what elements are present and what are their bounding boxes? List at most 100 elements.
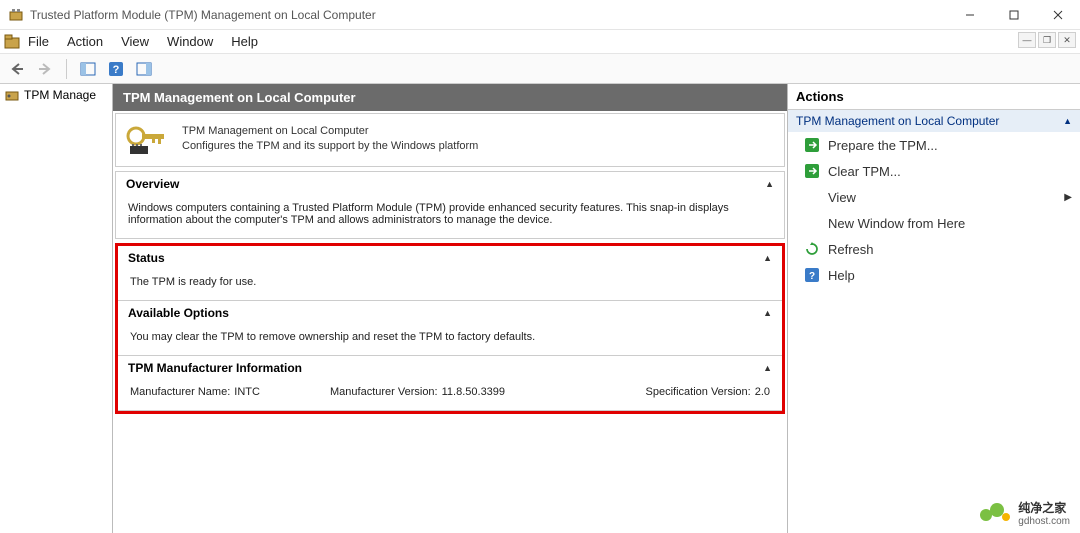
watermark-text: 纯净之家 gdhost.com xyxy=(1018,499,1070,527)
description-title: TPM Management on Local Computer xyxy=(182,124,478,139)
mfg-name-value: INTC xyxy=(234,386,260,398)
section-manufacturer-info: TPM Manufacturer Information ▲ Manufactu… xyxy=(118,356,782,411)
submenu-arrow-icon: ▶ xyxy=(1064,192,1072,203)
mfg-name-label: Manufacturer Name: xyxy=(130,386,230,398)
action-new-window[interactable]: New Window from Here xyxy=(788,210,1080,236)
tpm-app-icon xyxy=(8,7,24,23)
minimize-button[interactable] xyxy=(948,0,992,30)
section-overview-body: Windows computers containing a Trusted P… xyxy=(116,196,784,238)
description-block: TPM Management on Local Computer Configu… xyxy=(115,113,785,167)
section-mfg-title: TPM Manufacturer Information xyxy=(128,361,302,375)
mfg-spec-pair: Specification Version: 2.0 xyxy=(580,386,770,398)
blank-icon xyxy=(804,189,820,205)
actions-pane: Actions TPM Management on Local Computer… xyxy=(788,84,1080,533)
close-button[interactable] xyxy=(1036,0,1080,30)
action-go-icon xyxy=(804,137,820,153)
description-text: TPM Management on Local Computer Configu… xyxy=(182,124,478,155)
svg-text:?: ? xyxy=(809,271,815,282)
watermark: 纯净之家 gdhost.com xyxy=(980,499,1070,527)
workspace: TPM Manage TPM Management on Local Compu… xyxy=(0,84,1080,533)
mfg-version-pair: Manufacturer Version: 11.8.50.3399 xyxy=(330,386,580,398)
center-pane: TPM Management on Local Computer TPM Man… xyxy=(113,84,788,533)
mmc-icon xyxy=(4,34,20,50)
section-options-body: You may clear the TPM to remove ownershi… xyxy=(118,325,782,355)
svg-text:?: ? xyxy=(113,64,120,76)
status-highlight-box: Status ▲ The TPM is ready for use. Avail… xyxy=(115,243,785,414)
show-hide-tree-button[interactable] xyxy=(77,58,99,80)
section-status-body: The TPM is ready for use. xyxy=(118,270,782,300)
collapse-icon: ▲ xyxy=(1063,116,1072,126)
window-title: Trusted Platform Module (TPM) Management… xyxy=(30,8,948,22)
toolbar-separator xyxy=(66,59,67,79)
console-tree-pane: TPM Manage xyxy=(0,84,113,533)
action-view[interactable]: View ▶ xyxy=(788,184,1080,210)
menu-action[interactable]: Action xyxy=(67,34,103,49)
center-header: TPM Management on Local Computer xyxy=(113,84,787,111)
tree-node-tpm-manage[interactable]: TPM Manage xyxy=(0,84,112,106)
section-mfg-body: Manufacturer Name: INTC Manufacturer Ver… xyxy=(118,380,782,410)
section-status-title: Status xyxy=(128,251,165,265)
mfg-info-row: Manufacturer Name: INTC Manufacturer Ver… xyxy=(130,386,770,398)
mdi-controls: — ❐ ✕ xyxy=(1018,32,1076,48)
menu-window[interactable]: Window xyxy=(167,34,213,49)
action-prepare-tpm[interactable]: Prepare the TPM... xyxy=(788,132,1080,158)
collapse-icon: ▲ xyxy=(763,308,772,318)
section-available-options: Available Options ▲ You may clear the TP… xyxy=(118,301,782,356)
section-options-header[interactable]: Available Options ▲ xyxy=(118,301,782,325)
titlebar: Trusted Platform Module (TPM) Management… xyxy=(0,0,1080,30)
overview-group: Overview ▲ Windows computers containing … xyxy=(115,171,785,239)
blank-icon xyxy=(804,215,820,231)
help-icon: ? xyxy=(804,267,820,283)
mfg-spec-value: 2.0 xyxy=(755,386,770,398)
mfg-name-pair: Manufacturer Name: INTC xyxy=(130,386,330,398)
mfg-version-label: Manufacturer Version: xyxy=(330,386,438,398)
watermark-line2: gdhost.com xyxy=(1018,516,1070,527)
menu-help[interactable]: Help xyxy=(231,34,258,49)
window-controls xyxy=(948,0,1080,30)
mdi-restore[interactable]: ❐ xyxy=(1038,32,1056,48)
section-overview: Overview ▲ Windows computers containing … xyxy=(116,172,784,238)
section-mfg-header[interactable]: TPM Manufacturer Information ▲ xyxy=(118,356,782,380)
action-refresh[interactable]: Refresh xyxy=(788,236,1080,262)
action-clear-label: Clear TPM... xyxy=(828,164,1072,179)
section-options-title: Available Options xyxy=(128,306,229,320)
section-overview-header[interactable]: Overview ▲ xyxy=(116,172,784,196)
section-status: Status ▲ The TPM is ready for use. xyxy=(118,246,782,301)
watermark-line1: 纯净之家 xyxy=(1018,499,1070,516)
menu-view[interactable]: View xyxy=(121,34,149,49)
toolbar: ? xyxy=(0,54,1080,84)
section-status-header[interactable]: Status ▲ xyxy=(118,246,782,270)
tree-node-label: TPM Manage xyxy=(24,88,96,102)
collapse-icon: ▲ xyxy=(763,363,772,373)
show-hide-action-button[interactable] xyxy=(133,58,155,80)
menu-file[interactable]: File xyxy=(28,34,49,49)
menubar: File Action View Window Help — ❐ ✕ xyxy=(0,30,1080,54)
action-new-window-label: New Window from Here xyxy=(828,216,1072,231)
actions-group-header[interactable]: TPM Management on Local Computer ▲ xyxy=(788,110,1080,132)
description-body: Configures the TPM and its support by th… xyxy=(182,139,478,154)
collapse-icon: ▲ xyxy=(763,253,772,263)
action-clear-tpm[interactable]: Clear TPM... xyxy=(788,158,1080,184)
action-prepare-label: Prepare the TPM... xyxy=(828,138,1072,153)
section-overview-title: Overview xyxy=(126,177,179,191)
tpm-node-icon xyxy=(4,87,20,103)
mfg-version-value: 11.8.50.3399 xyxy=(442,386,505,398)
action-go-icon xyxy=(804,163,820,179)
maximize-button[interactable] xyxy=(992,0,1036,30)
action-refresh-label: Refresh xyxy=(828,242,1072,257)
action-view-label: View xyxy=(828,190,856,205)
watermark-logo-icon xyxy=(980,503,1012,523)
collapse-icon: ▲ xyxy=(765,179,774,189)
mfg-spec-label: Specification Version: xyxy=(646,386,751,398)
actions-header: Actions xyxy=(788,84,1080,110)
nav-forward-button[interactable] xyxy=(34,58,56,80)
actions-group-label: TPM Management on Local Computer xyxy=(796,114,999,128)
mdi-close[interactable]: ✕ xyxy=(1058,32,1076,48)
help-button[interactable]: ? xyxy=(105,58,127,80)
action-help-label: Help xyxy=(828,268,1072,283)
tpm-key-icon xyxy=(124,124,172,156)
mdi-minimize[interactable]: — xyxy=(1018,32,1036,48)
action-help[interactable]: ? Help xyxy=(788,262,1080,288)
refresh-icon xyxy=(804,241,820,257)
nav-back-button[interactable] xyxy=(6,58,28,80)
